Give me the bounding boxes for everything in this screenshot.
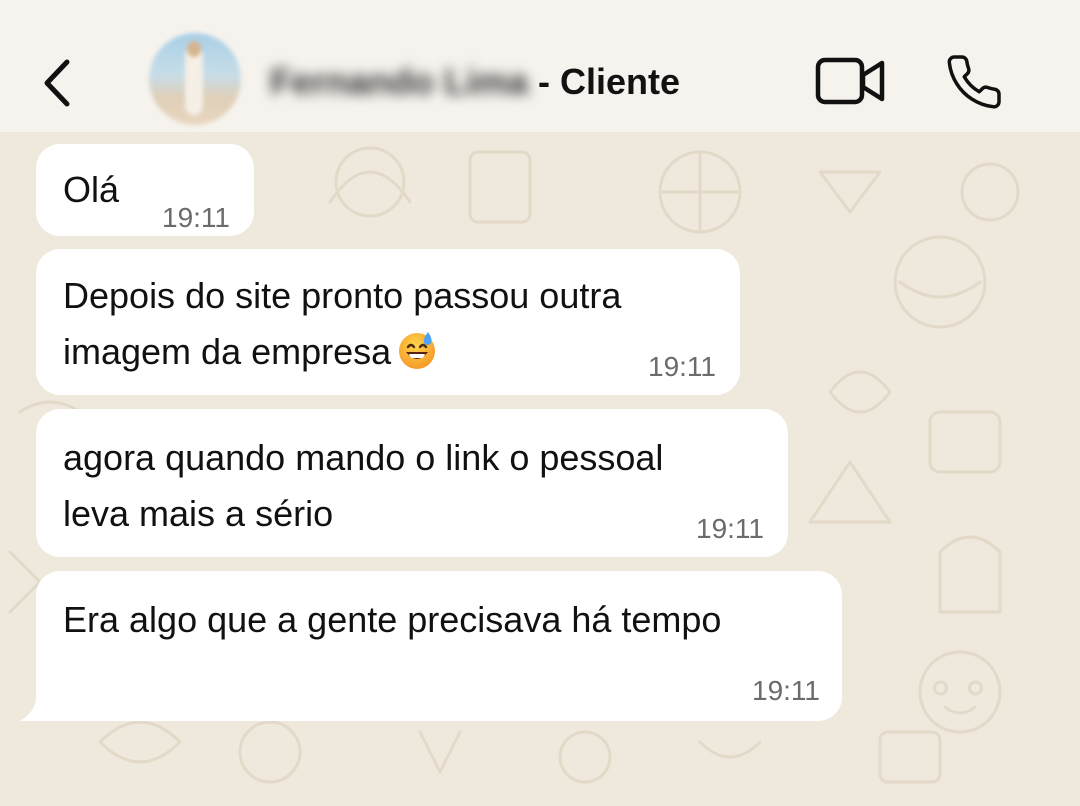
video-call-button[interactable] [814,54,888,108]
grinning-face-with-sweat-icon [397,330,437,370]
message-text: agora quando mando o link o pessoal [63,437,664,478]
message-timestamp: 19:11 [648,351,716,382]
message-text: Olá [63,169,120,210]
message-text: Era algo que a gente precisava há tempo [63,599,722,640]
video-camera-icon [815,57,885,105]
message-bubble[interactable]: agora quando mando o link o pessoal leva… [36,409,788,557]
message-bubble[interactable]: Depois do site pronto passou outra image… [36,249,740,395]
chevron-left-icon [44,59,70,107]
bubble-tail [20,699,54,721]
message-timestamp: 19:11 [696,513,764,544]
message-bubble[interactable]: Era algo que a gente precisava há tempo … [36,571,842,721]
chat-header: Fernando Lima - Cliente [0,0,1080,132]
chat-area[interactable]: Olá 19:11 Depois do site pronto passou o… [0,132,1080,806]
avatar[interactable] [149,33,241,125]
message-text: leva mais a sério [63,493,334,534]
message-timestamp: 19:11 [752,675,820,706]
contact-name[interactable]: Fernando Lima - Cliente [270,58,680,106]
message-bubble[interactable]: Olá 19:11 [36,144,254,236]
back-button[interactable] [34,55,78,111]
message-text: Depois do site pronto passou outra [63,275,622,316]
contact-name-redacted: Fernando Lima [270,61,529,102]
message-timestamp: 19:11 [162,202,230,233]
voice-call-button[interactable] [944,52,1004,112]
message-text: imagem da empresa [63,331,392,372]
phone-icon [947,55,1001,109]
contact-name-suffix: - Cliente [528,61,681,102]
